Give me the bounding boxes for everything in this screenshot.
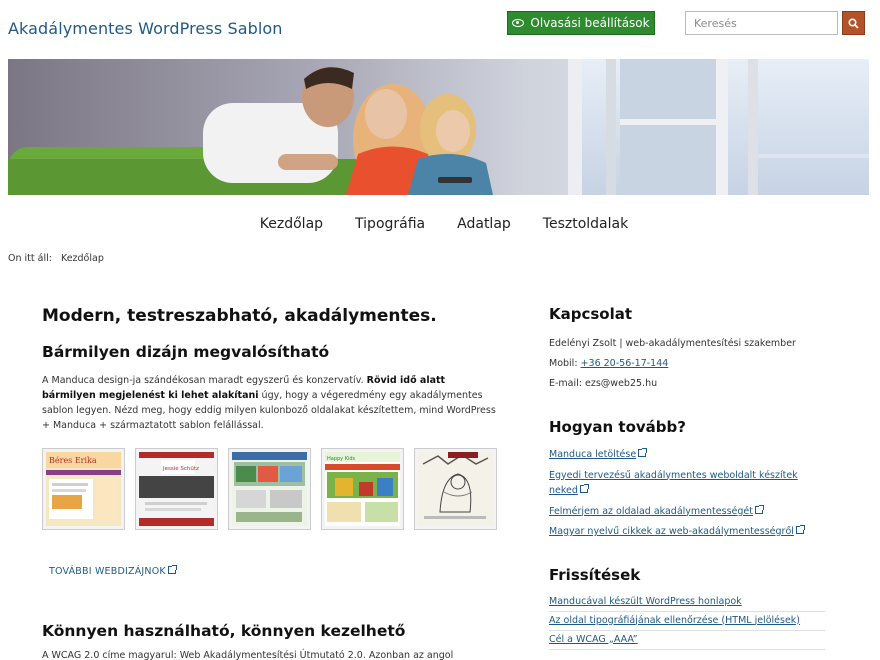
next-steps-heading: Hogyan tovább? (549, 418, 686, 436)
hero-image (8, 59, 869, 195)
external-link-icon (579, 484, 589, 493)
reading-settings-label: Olvasási beállítások (530, 16, 650, 30)
search-icon (848, 17, 859, 29)
design-thumbnail[interactable] (414, 448, 497, 530)
page-headline: Modern, testreszabható, akadálymentes. (42, 306, 437, 326)
breadcrumb-prefix: On itt áll: (8, 253, 52, 264)
section-title-usability: Könnyen használható, könnyen kezelhető (42, 622, 406, 640)
breadcrumb: On itt áll: Kezdőlap (8, 253, 104, 264)
updates-heading: Frissítések (549, 565, 641, 584)
thumb-label: Happy Kids (327, 456, 356, 462)
design-thumbnail[interactable]: Happy Kids (321, 448, 404, 530)
updates-list: Manducával készült WordPress honlapok Az… (549, 593, 829, 650)
nav-item-datasheet[interactable]: Adatlap (457, 216, 511, 232)
contact-name: Edelényi Zsolt | web-akadálymentesítési … (549, 338, 796, 349)
section-text-usability: A WCAG 2.0 címe magyarul: Web Akadálymen… (42, 650, 454, 660)
next-steps-links: Manduca letöltése Egyedi tervezésű akadá… (549, 447, 829, 540)
next-link-audit[interactable]: Felmérjem az oldalad akadálymentességét (549, 504, 829, 520)
contact-email: E-mail: ezs@web25.hu (549, 378, 658, 389)
eye-icon (512, 19, 525, 27)
nav-item-test-pages[interactable]: Tesztoldalak (543, 216, 628, 232)
design-thumbnail[interactable]: Jessie Schütz (135, 448, 218, 530)
update-link[interactable]: Manducával készült WordPress honlapok (549, 593, 825, 612)
reading-settings-button[interactable]: Olvasási beállítások (507, 11, 655, 35)
search-button[interactable] (842, 11, 865, 35)
nav-item-home[interactable]: Kezdőlap (260, 216, 323, 232)
thumb-label: Jessie Schütz (162, 466, 199, 472)
update-link[interactable]: Az oldal tipográfiájának ellenőrzése (HT… (549, 612, 825, 631)
email-value: ezs@web25.hu (585, 378, 658, 389)
next-link-articles[interactable]: Magyar nyelvű cikkek az web-akadálymente… (549, 524, 829, 540)
contact-mobile: Mobil: +36 20-56-17-144 (549, 358, 669, 369)
external-link-icon (167, 565, 177, 574)
design-thumbnails: Béres Erika Jessie Schütz Happy Kids (42, 448, 497, 530)
search-input[interactable] (685, 11, 838, 35)
sidebar: Kapcsolat Edelényi Zsolt | web-akadályme… (549, 305, 829, 650)
main-content: Modern, testreszabható, akadálymentes. B… (42, 306, 497, 577)
external-link-icon (638, 448, 648, 457)
external-link-icon (795, 525, 805, 534)
thumb-label: Béres Erika (49, 456, 97, 465)
contact-heading: Kapcsolat (549, 305, 633, 323)
next-link-custom-site[interactable]: Egyedi tervezésű akadálymentes weboldalt… (549, 468, 829, 499)
main-navigation: Kezdőlap Tipográfia Adatlap Tesztoldalak (0, 216, 880, 232)
update-link[interactable]: Cél a WCAG „AAA” (549, 631, 825, 650)
more-designs-link[interactable]: TOVÁBBI WEBDIZÁJNOK (49, 565, 497, 577)
site-title[interactable]: Akadálymentes WordPress Sablon (8, 19, 283, 38)
nav-item-typography[interactable]: Tipográfia (355, 216, 425, 232)
breadcrumb-home[interactable]: Kezdőlap (61, 253, 104, 264)
next-link-download[interactable]: Manduca letöltése (549, 447, 829, 463)
external-link-icon (754, 504, 764, 514)
design-thumbnail[interactable]: Béres Erika (42, 448, 125, 530)
section-title-design: Bármilyen dizájn megvalósítható (42, 343, 330, 361)
design-thumbnail[interactable] (228, 448, 311, 530)
mobile-link[interactable]: +36 20-56-17-144 (581, 358, 669, 369)
section-text-design: A Manduca design-ja szándékosan maradt e… (42, 375, 496, 431)
